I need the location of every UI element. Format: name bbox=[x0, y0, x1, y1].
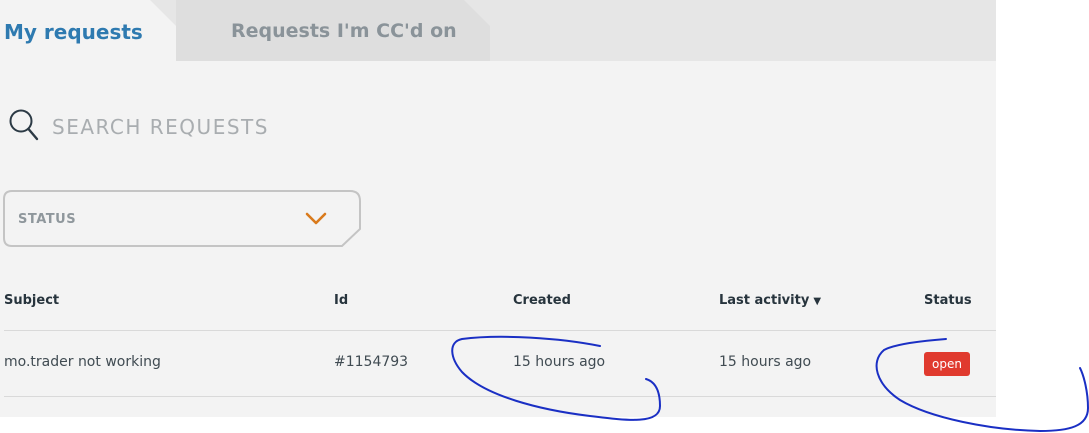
column-header-id[interactable]: Id bbox=[334, 293, 348, 308]
tab-requests-cc[interactable]: Requests I'm CC'd on bbox=[176, 0, 490, 61]
search-bar bbox=[8, 108, 508, 144]
cell-last-activity: 15 hours ago bbox=[719, 354, 812, 370]
cell-id: #1154793 bbox=[334, 354, 409, 370]
cell-subject[interactable]: mo.trader not working bbox=[4, 354, 161, 370]
status-badge: open bbox=[924, 352, 970, 376]
sort-desc-icon: ▼ bbox=[813, 296, 822, 307]
cell-created: 15 hours ago bbox=[513, 354, 606, 370]
column-header-created[interactable]: Created bbox=[513, 293, 571, 308]
tab-bar: My requests Requests I'm CC'd on bbox=[0, 0, 996, 61]
column-header-status[interactable]: Status bbox=[924, 293, 972, 308]
status-filter-dropdown[interactable]: STATUS bbox=[3, 190, 361, 247]
tab-my-requests[interactable]: My requests bbox=[0, 0, 176, 61]
status-filter-label: STATUS bbox=[18, 212, 77, 227]
column-header-last-activity[interactable]: Last activity ▼ bbox=[719, 293, 821, 308]
tab-label: My requests bbox=[4, 20, 143, 44]
table-divider bbox=[4, 396, 996, 397]
table-divider bbox=[4, 330, 996, 331]
search-input[interactable] bbox=[50, 110, 474, 144]
chevron-down-icon bbox=[305, 212, 327, 225]
column-header-label: Last activity bbox=[719, 293, 810, 308]
search-icon bbox=[9, 109, 39, 141]
requests-panel: My requests Requests I'm CC'd on STATUS … bbox=[0, 0, 996, 417]
tab-label: Requests I'm CC'd on bbox=[231, 20, 457, 42]
column-header-subject[interactable]: Subject bbox=[4, 293, 59, 308]
